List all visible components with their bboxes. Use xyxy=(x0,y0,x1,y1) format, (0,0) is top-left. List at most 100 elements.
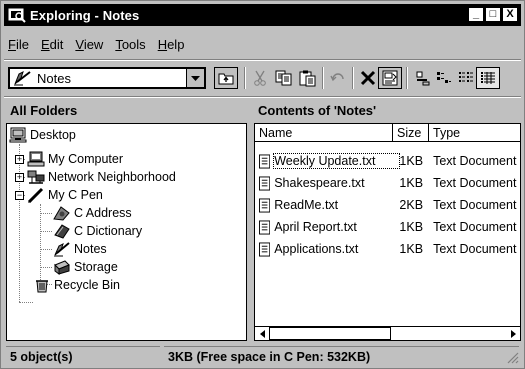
window-title: Exploring - Notes xyxy=(30,7,140,23)
file-row[interactable]: Shakespeare.txt 1KB Text Document xyxy=(257,173,519,193)
tree-line xyxy=(40,204,41,284)
file-name: ReadMe.txt xyxy=(274,198,339,212)
notes-icon xyxy=(14,71,31,86)
column-header-size[interactable]: Size xyxy=(393,124,429,142)
delete-button[interactable] xyxy=(356,67,380,89)
undo-icon xyxy=(330,73,344,82)
small-icons-button[interactable] xyxy=(432,67,456,89)
tree-item-label: My C Pen xyxy=(48,188,103,202)
tree-item-label: Desktop xyxy=(30,128,76,142)
file-type: Text Document xyxy=(433,198,517,212)
maximize-icon: □ xyxy=(489,8,497,20)
menu-view[interactable]: View xyxy=(74,37,104,57)
up-one-level-button[interactable] xyxy=(214,67,238,89)
undo-button[interactable] xyxy=(326,67,350,89)
status-object-count: 5 object(s) xyxy=(6,346,160,366)
file-type: Text Document xyxy=(433,176,517,190)
large-icons-icon xyxy=(416,71,430,86)
file-size: 1KB xyxy=(399,176,424,190)
tree-item-recycle-bin[interactable]: Recycle Bin xyxy=(33,276,120,294)
network-icon xyxy=(27,170,45,184)
scroll-left-button[interactable] xyxy=(255,327,269,340)
resize-grip-icon[interactable] xyxy=(506,351,519,364)
file-type: Text Document xyxy=(433,154,517,168)
expand-my-computer[interactable]: + xyxy=(15,155,24,164)
horizontal-scrollbar[interactable] xyxy=(255,326,520,340)
properties-button[interactable] xyxy=(378,67,402,89)
file-size: 1KB xyxy=(399,220,424,234)
toolbar-separator xyxy=(322,67,324,89)
tree-line xyxy=(40,267,52,268)
maximize-button[interactable]: □ xyxy=(485,7,501,22)
tree-line xyxy=(19,144,20,302)
tree-item-c-dictionary[interactable]: C Dictionary xyxy=(53,222,142,240)
computer-icon xyxy=(27,151,45,167)
copy-icon xyxy=(275,70,292,86)
details-button[interactable] xyxy=(476,67,500,89)
storage-icon xyxy=(54,260,70,275)
menu-separator xyxy=(4,59,521,61)
toolbar: Notes xyxy=(4,63,521,95)
menu-help[interactable]: Help xyxy=(157,37,186,57)
menu-edit[interactable]: Edit xyxy=(40,37,64,57)
expand-network-neighborhood[interactable]: + xyxy=(15,173,24,182)
properties-icon xyxy=(382,70,398,86)
file-name: Weekly Update.txt xyxy=(273,153,401,169)
tree-item-label: Storage xyxy=(74,260,118,274)
folder-tree[interactable]: + + − Desktop My Computer Network Neighb… xyxy=(6,123,247,341)
pen-icon xyxy=(27,187,44,203)
text-file-icon xyxy=(259,197,271,213)
column-header-name[interactable]: Name xyxy=(255,124,393,142)
toolbar-separator xyxy=(352,67,354,89)
small-icons-icon xyxy=(437,72,451,83)
file-row[interactable]: ReadMe.txt 2KB Text Document xyxy=(257,195,519,215)
status-free-space: 3KB (Free space in C Pen: 532KB) xyxy=(164,346,519,366)
tree-item-my-computer[interactable]: My Computer xyxy=(27,150,123,168)
column-header-type[interactable]: Type xyxy=(429,124,520,142)
contents-header: Contents of 'Notes' xyxy=(258,102,377,118)
toolbar-separator xyxy=(244,67,246,89)
desktop-icon xyxy=(9,127,27,143)
minimize-button[interactable]: _ xyxy=(468,7,484,22)
tree-item-desktop[interactable]: Desktop xyxy=(9,126,76,144)
list-button[interactable] xyxy=(454,67,478,89)
tree-item-label: Notes xyxy=(74,242,107,256)
up-one-level-icon xyxy=(218,73,234,85)
arrow-left-icon xyxy=(259,329,265,338)
tree-item-label: Network Neighborhood xyxy=(48,170,176,184)
combo-dropdown-button[interactable] xyxy=(186,69,204,87)
scroll-right-button[interactable] xyxy=(506,327,520,340)
copy-button[interactable] xyxy=(272,67,296,89)
tree-item-storage[interactable]: Storage xyxy=(53,258,118,276)
status-bar: 5 object(s) 3KB (Free space in C Pen: 53… xyxy=(4,346,521,366)
tree-item-c-address[interactable]: C Address xyxy=(53,204,132,222)
large-icons-button[interactable] xyxy=(410,67,434,89)
title-bar[interactable]: Exploring - Notes _ □ X xyxy=(4,4,521,26)
tree-item-notes[interactable]: Notes xyxy=(53,240,107,258)
location-combo[interactable]: Notes xyxy=(8,67,206,89)
address-book-icon xyxy=(53,206,70,221)
minimize-icon: _ xyxy=(472,8,480,20)
close-button[interactable]: X xyxy=(502,7,518,22)
menu-file[interactable]: File xyxy=(7,37,30,57)
menu-tools[interactable]: Tools xyxy=(114,37,146,57)
collapse-my-c-pen[interactable]: − xyxy=(15,191,24,200)
file-size: 2KB xyxy=(399,198,424,212)
scroll-thumb[interactable] xyxy=(269,327,391,340)
tree-item-my-c-pen[interactable]: My C Pen xyxy=(27,186,103,204)
file-row[interactable]: Applications.txt 1KB Text Document xyxy=(257,239,519,259)
tree-item-label: C Dictionary xyxy=(74,224,143,238)
close-icon: X xyxy=(506,8,514,20)
file-list[interactable]: Name Size Type Weekly Update.txt 1KB Tex… xyxy=(254,123,521,341)
file-row[interactable]: April Report.txt 1KB Text Document xyxy=(257,217,519,237)
cut-button[interactable] xyxy=(248,67,272,89)
text-file-icon xyxy=(259,241,271,257)
tree-item-network-neighborhood[interactable]: Network Neighborhood xyxy=(27,168,176,186)
all-folders-header: All Folders xyxy=(10,102,78,118)
tree-item-label: My Computer xyxy=(48,152,124,166)
file-type: Text Document xyxy=(433,242,517,256)
tree-item-label: C Address xyxy=(74,206,132,220)
paste-button[interactable] xyxy=(296,67,320,89)
file-row[interactable]: Weekly Update.txt 1KB Text Document xyxy=(257,151,519,171)
notes-icon xyxy=(54,242,70,257)
